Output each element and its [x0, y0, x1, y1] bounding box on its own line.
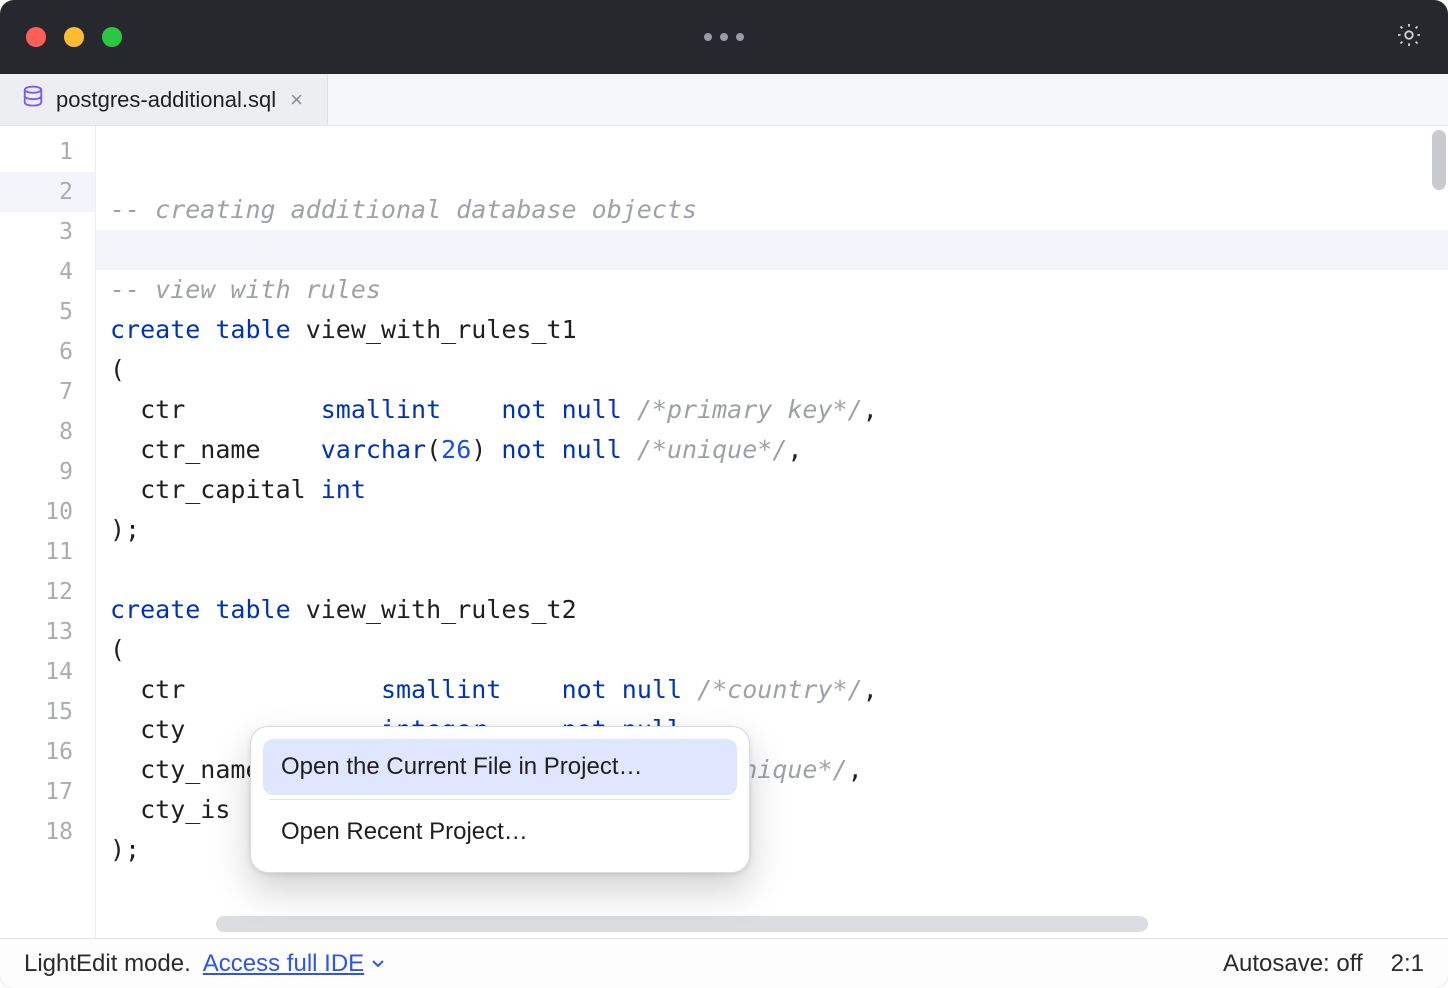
- code-line[interactable]: [96, 230, 1448, 270]
- line-number: 18: [0, 812, 95, 852]
- editor-area[interactable]: 123456789101112131415161718 -- creating …: [0, 126, 1448, 938]
- line-number: 10: [0, 492, 95, 532]
- database-icon: [22, 85, 44, 115]
- horizontal-scrollbar[interactable]: [216, 916, 1148, 932]
- line-number: 5: [0, 292, 95, 332]
- code-line[interactable]: ctr_capital int: [96, 470, 1448, 510]
- close-window-button[interactable]: [26, 27, 46, 47]
- access-ide-popup: Open the Current File in Project… Open R…: [250, 726, 750, 873]
- tab-strip: postgres-additional.sql ×: [0, 74, 1448, 126]
- close-tab-button[interactable]: ×: [288, 87, 305, 113]
- title-ellipsis-icon[interactable]: [704, 33, 744, 41]
- line-number: 1: [0, 132, 95, 172]
- line-number: 16: [0, 732, 95, 772]
- access-full-ide-link[interactable]: Access full IDE: [203, 950, 386, 978]
- line-number: 13: [0, 612, 95, 652]
- code-line[interactable]: -- creating additional database objects: [96, 190, 1448, 230]
- gear-icon: [1395, 21, 1423, 54]
- code-line[interactable]: create table view_with_rules_t2: [96, 590, 1448, 630]
- popup-item-open-current-file[interactable]: Open the Current File in Project…: [263, 739, 737, 795]
- code-line[interactable]: [96, 870, 1448, 910]
- line-number: 11: [0, 532, 95, 572]
- line-number: 15: [0, 692, 95, 732]
- line-number: 4: [0, 252, 95, 292]
- code-line[interactable]: ctr_name varchar(26) not null /*unique*/…: [96, 430, 1448, 470]
- line-number: 2: [0, 172, 95, 212]
- code-line[interactable]: -- view with rules: [96, 270, 1448, 310]
- vertical-scrollbar[interactable]: [1432, 130, 1446, 190]
- popup-separator: [269, 799, 731, 800]
- lightedit-mode-label: LightEdit mode.: [24, 950, 191, 978]
- line-number: 17: [0, 772, 95, 812]
- line-number: 14: [0, 652, 95, 692]
- code-line[interactable]: (: [96, 630, 1448, 670]
- line-number: 9: [0, 452, 95, 492]
- code-line[interactable]: );: [96, 510, 1448, 550]
- line-number: 6: [0, 332, 95, 372]
- code-line[interactable]: [96, 550, 1448, 590]
- code-line[interactable]: (: [96, 350, 1448, 390]
- titlebar: [0, 0, 1448, 74]
- code-line[interactable]: ctr smallint not null /*primary key*/,: [96, 390, 1448, 430]
- editor-tab[interactable]: postgres-additional.sql ×: [0, 74, 328, 125]
- line-number: 12: [0, 572, 95, 612]
- line-number: 7: [0, 372, 95, 412]
- zoom-window-button[interactable]: [102, 27, 122, 47]
- code-line[interactable]: create table view_with_rules_t1: [96, 310, 1448, 350]
- popup-item-open-recent-project[interactable]: Open Recent Project…: [263, 804, 737, 860]
- window-controls: [26, 27, 122, 47]
- cursor-position[interactable]: 2:1: [1391, 950, 1424, 978]
- line-number-gutter: 123456789101112131415161718: [0, 126, 96, 938]
- line-number: 8: [0, 412, 95, 452]
- access-full-ide-label: Access full IDE: [203, 950, 364, 978]
- status-bar: LightEdit mode. Access full IDE Autosave…: [0, 938, 1448, 988]
- settings-button[interactable]: [1394, 22, 1424, 52]
- close-icon: ×: [290, 87, 303, 112]
- autosave-status[interactable]: Autosave: off: [1223, 950, 1363, 978]
- minimize-window-button[interactable]: [64, 27, 84, 47]
- code-line[interactable]: ctr smallint not null /*country*/,: [96, 670, 1448, 710]
- line-number: 3: [0, 212, 95, 252]
- tab-filename: postgres-additional.sql: [56, 87, 276, 113]
- chevron-down-icon: [370, 950, 386, 978]
